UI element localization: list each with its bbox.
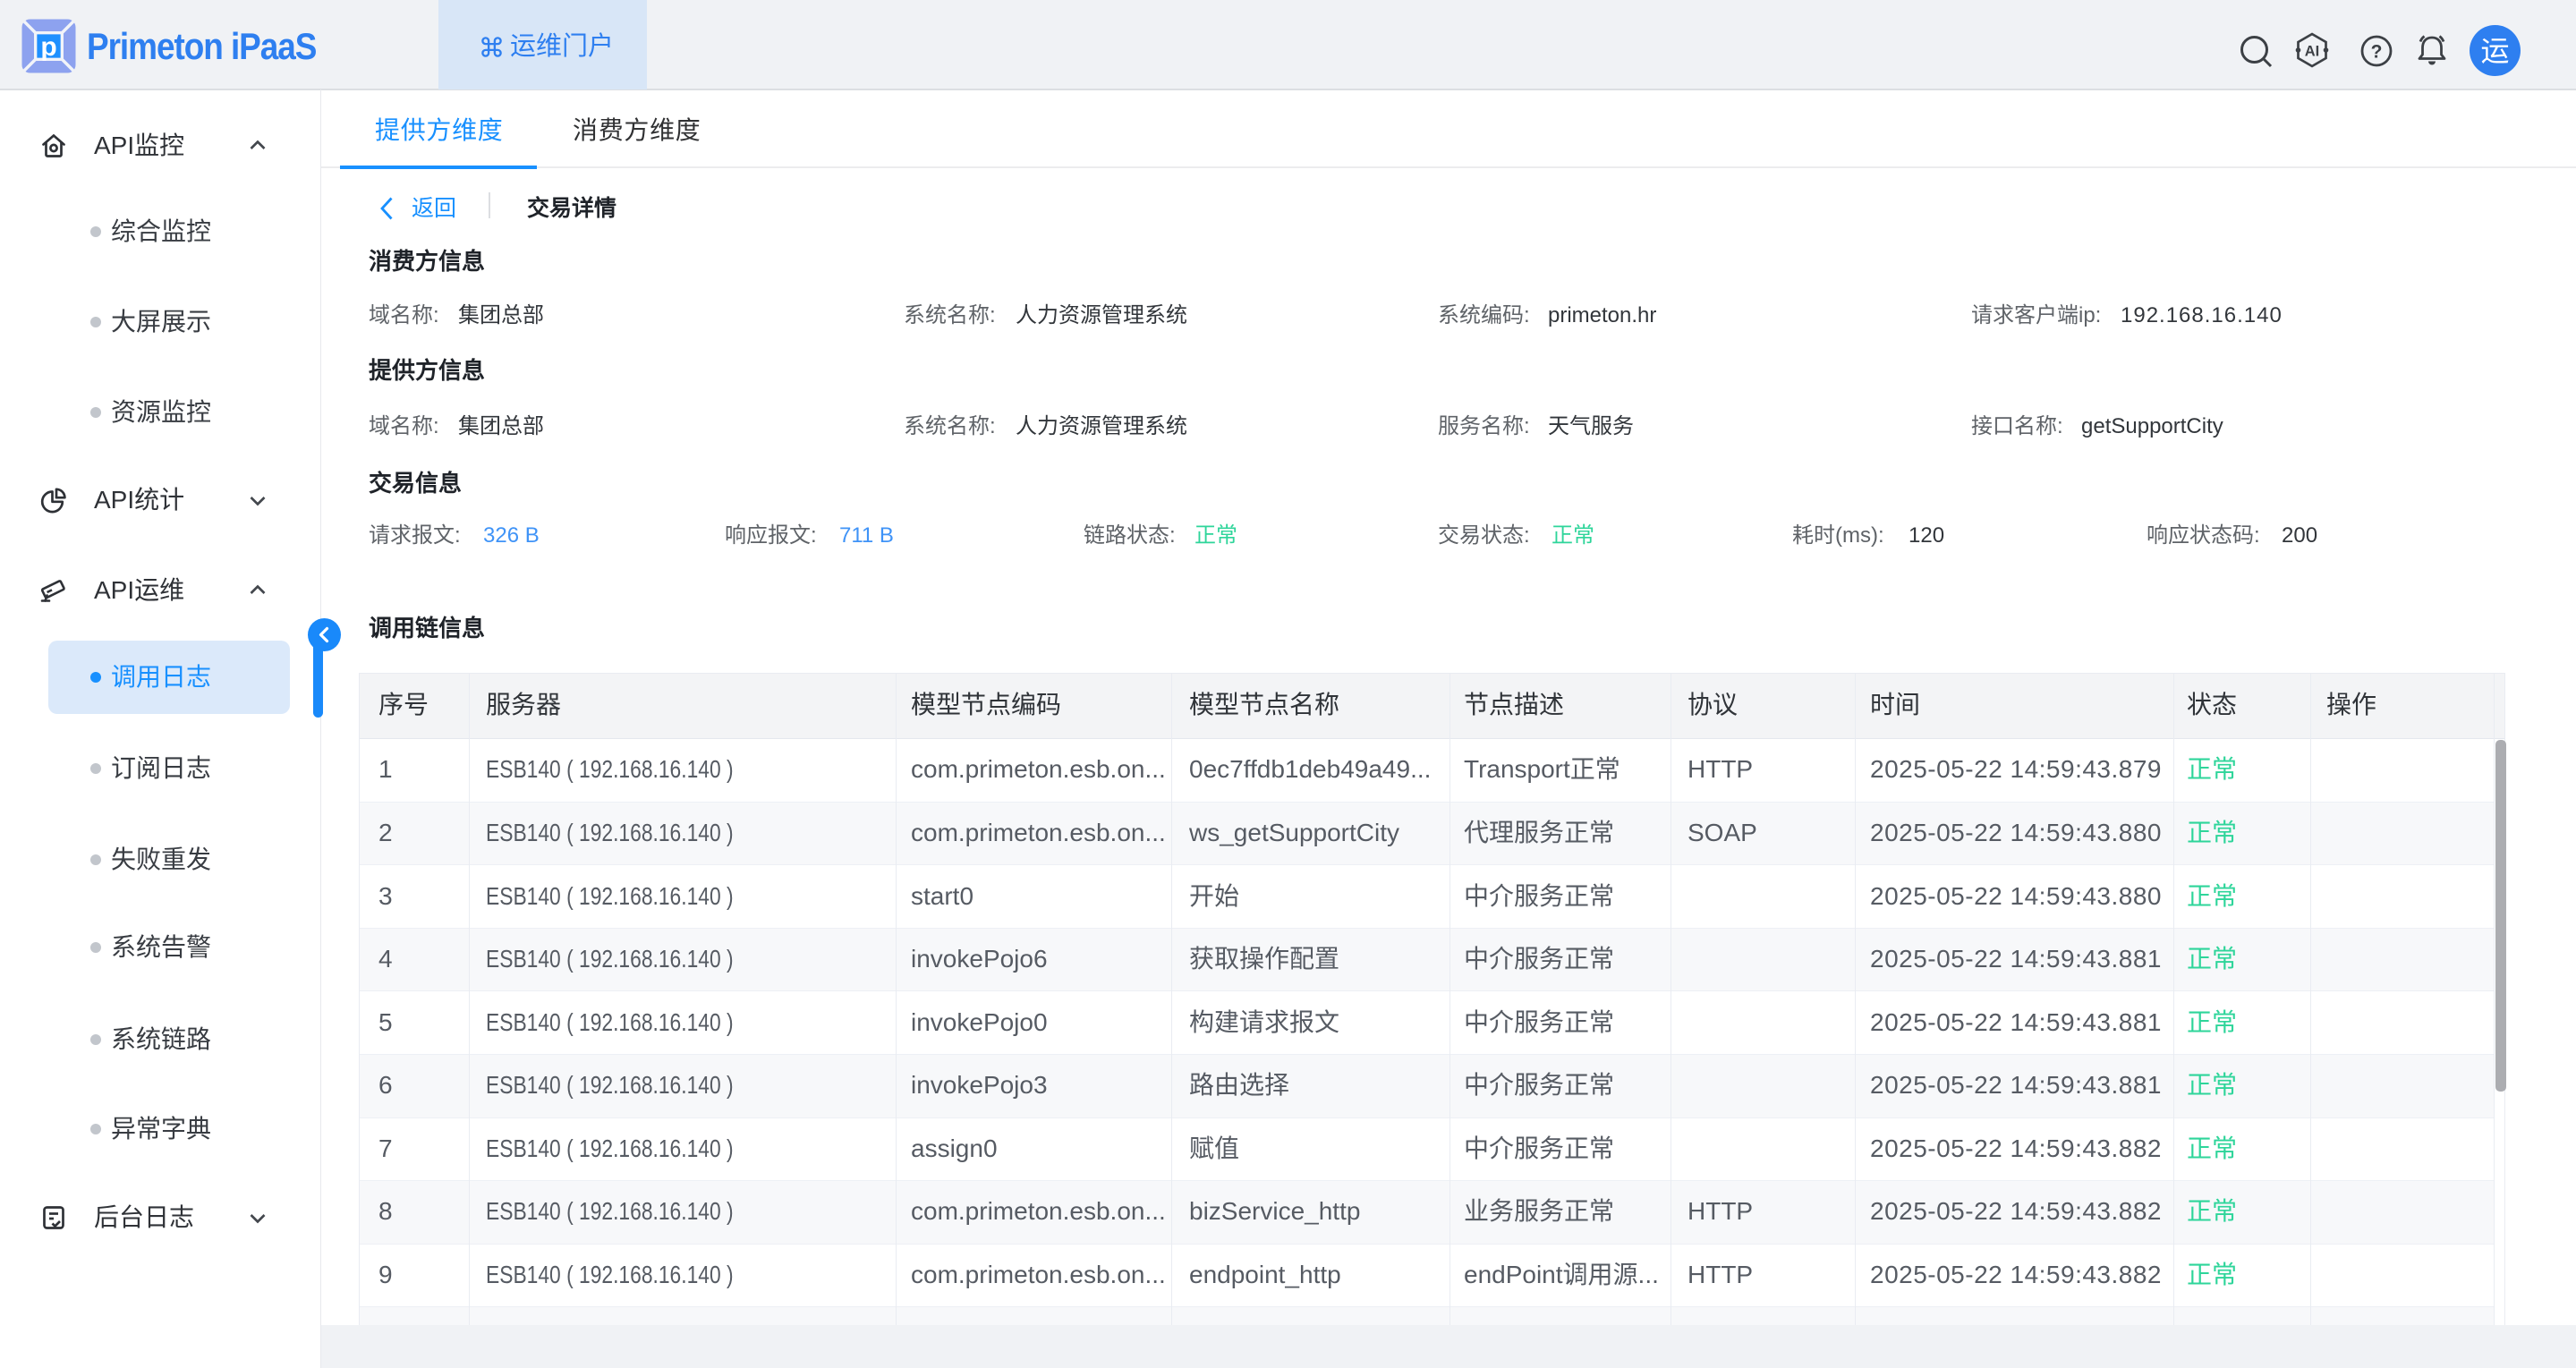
svg-text:AI: AI [2305,44,2320,60]
svg-text:?: ? [2371,42,2383,63]
svg-text:p: p [40,32,56,62]
svg-text:运: 运 [2480,35,2509,67]
